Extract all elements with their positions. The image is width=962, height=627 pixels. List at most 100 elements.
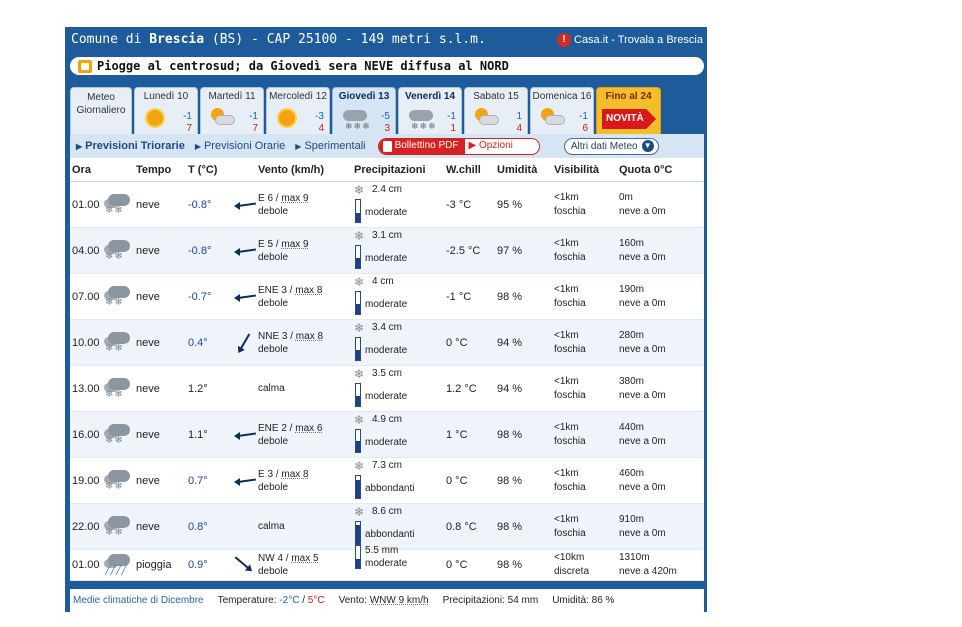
climate-footer: Medie climatiche di Dicembre Temperature… xyxy=(70,589,704,612)
cell-vento: E 6 / max 9 debole xyxy=(258,192,309,217)
wind-direction: E 6 xyxy=(258,192,274,204)
altri-dati-meteo-button[interactable]: Altri dati Meteo ▼ xyxy=(563,137,659,155)
cell-ora: 19.00 xyxy=(72,474,100,487)
quota-value: 0m xyxy=(619,191,633,203)
wind-direction: ENE 3 xyxy=(258,284,287,296)
tab-day[interactable]: Venerdì 14 ❄❄❄ -1 1 xyxy=(398,87,462,134)
cell-visibilita: <1km foschia xyxy=(554,329,619,357)
footer-vento: Vento: WNW 9 km/h xyxy=(339,595,429,606)
header-tempo: Tempo xyxy=(136,163,172,176)
tab-meteo-giornaliero[interactable]: Meteo Giornaliero xyxy=(70,87,132,134)
vis-desc: foschia xyxy=(554,435,586,447)
prec-intensity: moderate xyxy=(365,436,408,448)
cell-wind-chill: 1 °C xyxy=(446,428,468,441)
tab-day[interactable]: Sabato 15 1 4 xyxy=(464,87,528,134)
vis-distance: <1km xyxy=(554,375,579,387)
vento-value: WNW 9 km/h xyxy=(369,595,429,606)
snow-icon: ❄❄ xyxy=(102,282,136,312)
cell-umidita: 95 % xyxy=(497,198,523,211)
sun-cloud-icon xyxy=(475,108,501,128)
quota-neve: neve a 0m xyxy=(619,205,666,217)
link-previsioni-orarie[interactable]: ▶ Previsioni Orarie xyxy=(195,140,285,152)
cell-tempo: neve xyxy=(136,198,160,211)
pdf-part[interactable]: Bollettino PDF xyxy=(378,138,465,154)
cell-temperatura: 0.8° xyxy=(188,520,208,533)
wind-arrow-icon xyxy=(232,282,258,312)
sun-cloud-icon xyxy=(211,108,237,128)
tab-label: Domenica 16 xyxy=(532,91,592,102)
snowflake-icon: ❄ xyxy=(354,458,365,473)
cell-quota: 440m neve a 0m xyxy=(619,421,666,449)
casa-link[interactable]: ! Casa.it - Trovala a Brescia xyxy=(557,32,703,47)
tab-min-temp: -1 xyxy=(249,111,258,122)
link-previsioni-triorarie[interactable]: ▶ Previsioni Triorarie xyxy=(76,140,185,152)
tab-day[interactable]: Lunedì 10 -1 7 xyxy=(134,87,198,134)
prec-intensity: moderate xyxy=(365,390,408,402)
medie-climatiche-link[interactable]: Medie climatiche di Dicembre xyxy=(73,595,204,606)
cell-vento: NW 4 / max 5 debole xyxy=(258,553,319,577)
opzioni-button[interactable]: ▶ Opzioni xyxy=(464,138,539,154)
cell-visibilita: <1km foschia xyxy=(554,237,619,265)
cell-visibilita: <1km foschia xyxy=(554,375,619,403)
wind-max: max 6 xyxy=(295,422,323,434)
prec-level-bar xyxy=(355,428,361,453)
cell-visibilita: <10km discreta xyxy=(554,551,619,579)
headline-text: Piogge al centrosud; da Giovedì sera NEV… xyxy=(97,59,509,73)
wind-max: max 5 xyxy=(291,553,319,564)
tab-day[interactable]: Mercoledì 12 -3 4 xyxy=(266,87,330,134)
prec-intensity: moderate xyxy=(365,252,408,264)
quota-neve: neve a 0m xyxy=(619,297,666,309)
cell-temperatura: 1.2° xyxy=(188,382,208,395)
prec-level-bar xyxy=(355,198,361,223)
cell-vento: E 5 / max 9 debole xyxy=(258,238,309,263)
header-ora: Ora xyxy=(72,163,91,176)
cell-temperatura: 1.1° xyxy=(188,428,208,441)
cell-temperatura: -0.8° xyxy=(188,198,212,211)
vis-desc: foschia xyxy=(554,527,586,539)
table-header: Ora Tempo T (°C) Vento (km/h) Precipitaz… xyxy=(70,158,704,182)
wind-direction: NW 4 xyxy=(258,553,283,564)
cell-umidita: 94 % xyxy=(497,336,523,349)
tab-fino-al-24[interactable]: Fino al 24 NOVITÀ xyxy=(596,87,661,134)
cell-precipitazioni: ❄ 3.5 cm moderate xyxy=(354,366,446,412)
prec-intensity: moderate xyxy=(365,344,408,356)
cell-umidita: 98 % xyxy=(497,474,523,487)
chevron-down-icon: ▼ xyxy=(641,140,654,152)
prec-intensity: moderate xyxy=(365,558,408,569)
tab-day[interactable]: Domenica 16 -1 6 xyxy=(530,87,594,134)
rain-icon: ╱╱╱╱ xyxy=(102,550,136,580)
novita-badge: NOVITÀ xyxy=(602,109,656,129)
news-headline[interactable]: Piogge al centrosud; da Giovedì sera NEV… xyxy=(70,57,704,75)
wind-max: max 8 xyxy=(281,468,309,480)
cell-visibilita: <1km foschia xyxy=(554,421,619,449)
prec-amount: 8.6 cm xyxy=(372,505,403,517)
tab-day-active[interactable]: Giovedì 13 ❄❄❄ -5 3 xyxy=(332,87,396,134)
wind-arrow-icon xyxy=(232,550,258,580)
snowflake-icon: ❄ xyxy=(354,320,365,335)
footer-umidita: Umidità: 86 % xyxy=(552,595,615,606)
vis-distance: <1km xyxy=(554,283,579,295)
bollettino-pdf-button[interactable]: Bollettino PDF ▶ Opzioni xyxy=(377,137,540,155)
tab-day[interactable]: Martedì 11 -1 7 xyxy=(200,87,264,134)
header-wind-chill: W.chill xyxy=(446,163,481,176)
cell-wind-chill: 0.8 °C xyxy=(446,520,477,533)
footer-tmin: -2°C xyxy=(279,595,300,606)
tab-label: Lunedì 10 xyxy=(143,91,189,102)
prec-intensity: abbondanti xyxy=(365,482,415,494)
tab-max-temp: 1 xyxy=(450,123,456,134)
cell-precipitazioni: ❄ 2.4 cm moderate xyxy=(354,182,446,228)
tab-max-temp: 7 xyxy=(186,123,192,134)
vis-distance: <1km xyxy=(554,421,579,433)
link-sperimentali[interactable]: ▶ Sperimentali xyxy=(295,140,365,152)
snowflake-icon: ❄ xyxy=(354,228,365,243)
prec-amount: 2.4 cm xyxy=(372,183,403,195)
quota-value: 190m xyxy=(619,283,645,295)
wind-direction: calma xyxy=(258,383,285,394)
tab-label: Martedì 11 xyxy=(208,91,256,102)
footer-temperature: Temperature: -2°C / 5°C xyxy=(218,595,325,606)
table-body: 01.00 ❄❄ neve -0.8° E 6 / max 9 debole ❄ 2.4 cm… xyxy=(70,182,704,581)
snowflake-icon: ❄ xyxy=(354,412,365,427)
temp-label: Temperature: xyxy=(217,595,277,606)
cell-temperatura: 0.4° xyxy=(188,336,208,349)
prec-intensity: moderate xyxy=(365,298,408,310)
